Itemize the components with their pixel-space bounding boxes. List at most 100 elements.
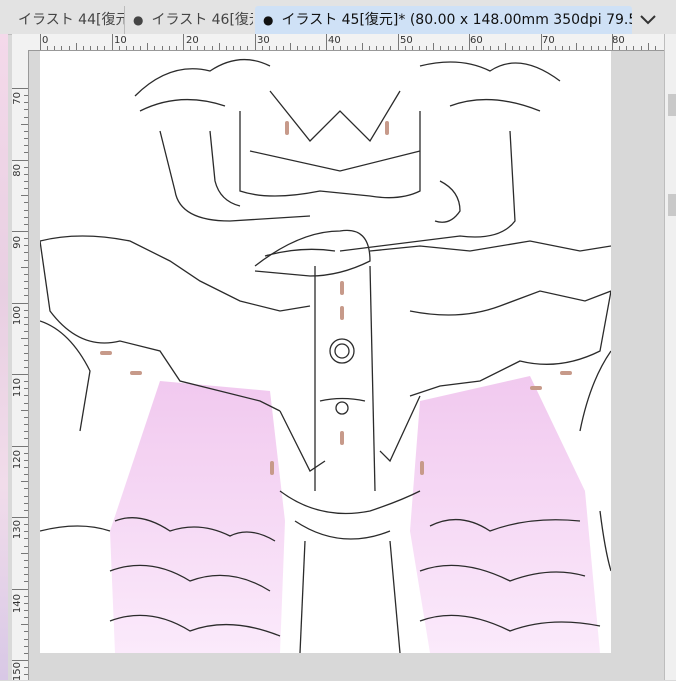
- ruler-tick: [90, 46, 92, 50]
- ruler-tick: [12, 588, 28, 590]
- ruler-tick: [647, 43, 649, 50]
- ruler-tick: [24, 359, 28, 361]
- panel-scroll-handle[interactable]: [668, 94, 676, 116]
- ruler-tick: [619, 46, 621, 50]
- ruler-tick: [376, 46, 378, 50]
- ruler-tick: [433, 43, 435, 50]
- ruler-tick: [24, 617, 28, 619]
- ruler-tick: [404, 46, 406, 50]
- ruler-tick: [476, 46, 478, 50]
- ruler-tick: [24, 631, 28, 633]
- ruler-tick: [454, 46, 456, 50]
- ruler-tick: [24, 331, 28, 333]
- ruler-tick: [640, 46, 642, 50]
- tab-illust-45[interactable]: ● イラスト 45[復元]* (80.00 x 148.00mm 350dpi 7…: [255, 6, 632, 34]
- ruler-tick: [24, 488, 28, 490]
- ruler-tick: [197, 46, 199, 50]
- chevron-down-icon[interactable]: [638, 10, 658, 30]
- ruler-tick: [340, 46, 342, 50]
- ruler-tick: [24, 281, 28, 283]
- drawing-canvas[interactable]: [39, 51, 612, 654]
- panel-scroll-handle[interactable]: [668, 194, 676, 216]
- ruler-tick: [24, 559, 28, 561]
- ruler-tick: [75, 43, 77, 50]
- ruler-tick: [24, 495, 28, 497]
- ruler-tick: [24, 574, 28, 576]
- ruler-tick: [318, 46, 320, 50]
- ruler-tick: [12, 374, 28, 375]
- tab-illust-44[interactable]: イラスト 44[復元: [0, 6, 124, 34]
- ruler-tick: [24, 288, 28, 290]
- horizontal-ruler: 0 10 20 30 40 50 60 70 80: [12, 34, 664, 51]
- ruler-tick: [68, 46, 70, 50]
- ruler-tick: [347, 46, 349, 50]
- tab-label: イラスト 44[復元: [18, 12, 124, 28]
- ruler-tick: [21, 266, 28, 268]
- ruler-tick: [24, 152, 28, 154]
- ruler-tick: [354, 46, 356, 50]
- artwork: [39, 58, 612, 654]
- ruler-tick: [24, 416, 28, 418]
- ruler-tick: [304, 46, 306, 50]
- ruler-tick: [24, 431, 28, 433]
- ruler-label: 40: [328, 35, 341, 46]
- ruler-tick: [511, 46, 513, 50]
- tab-illust-46[interactable]: ● イラスト 46[復元: [124, 6, 253, 34]
- ruler-tick: [24, 309, 28, 311]
- ruler-tick: [24, 531, 28, 533]
- ruler-tick: [383, 46, 385, 50]
- ruler-tick: [24, 259, 28, 261]
- ruler-tick: [24, 202, 28, 204]
- ruler-tick: [168, 46, 170, 50]
- ruler-tick: [24, 424, 28, 426]
- ruler-tick: [40, 34, 41, 50]
- ruler-tick: [497, 46, 499, 50]
- ruler-tick: [61, 46, 63, 50]
- ruler-tick: [469, 34, 470, 50]
- ruler-tick: [24, 316, 28, 318]
- ruler-tick: [104, 46, 106, 50]
- ruler-tick: [82, 46, 84, 50]
- ruler-tick: [24, 388, 28, 390]
- ruler-label: 10: [114, 35, 127, 46]
- ruler-tick: [12, 517, 28, 518]
- ruler-tick: [275, 46, 277, 50]
- ruler-tick: [12, 231, 28, 232]
- ruler-tick: [24, 667, 28, 669]
- ruler-tick: [111, 34, 113, 50]
- ruler-tick: [24, 173, 28, 175]
- ruler-tick: [440, 46, 442, 50]
- ruler-tick: [24, 474, 28, 476]
- ruler-tick: [24, 466, 28, 468]
- ruler-tick: [24, 188, 28, 190]
- ruler-tick: [247, 46, 249, 50]
- ruler-tick: [24, 323, 28, 325]
- ruler-tick: [290, 43, 292, 50]
- ruler-tick: [24, 223, 28, 225]
- ruler-tick: [12, 88, 28, 89]
- ruler-tick: [24, 638, 28, 640]
- ruler-tick: [24, 567, 28, 569]
- ruler-tick: [140, 46, 142, 50]
- ruler-tick: [24, 102, 28, 104]
- canvas-viewport[interactable]: [29, 51, 664, 680]
- ruler-tick: [12, 302, 28, 304]
- ruler-label: 60: [470, 35, 483, 46]
- ruler-tick: [533, 46, 535, 50]
- ruler-tick: [654, 46, 656, 50]
- ruler-label: 130: [12, 520, 23, 540]
- ruler-tick: [24, 95, 28, 97]
- ruler-tick: [24, 395, 28, 397]
- ruler-tick: [118, 46, 120, 50]
- ruler-tick: [233, 46, 235, 50]
- ruler-label: 70: [542, 35, 555, 46]
- ruler-tick: [125, 46, 127, 50]
- ruler-tick: [561, 46, 563, 50]
- ruler-tick: [24, 295, 28, 297]
- ruler-tick: [12, 159, 28, 161]
- ruler-tick: [24, 609, 28, 611]
- ruler-tick: [218, 43, 220, 50]
- ruler-tick: [21, 481, 28, 483]
- ruler-tick: [24, 581, 28, 583]
- ruler-tick: [24, 180, 28, 182]
